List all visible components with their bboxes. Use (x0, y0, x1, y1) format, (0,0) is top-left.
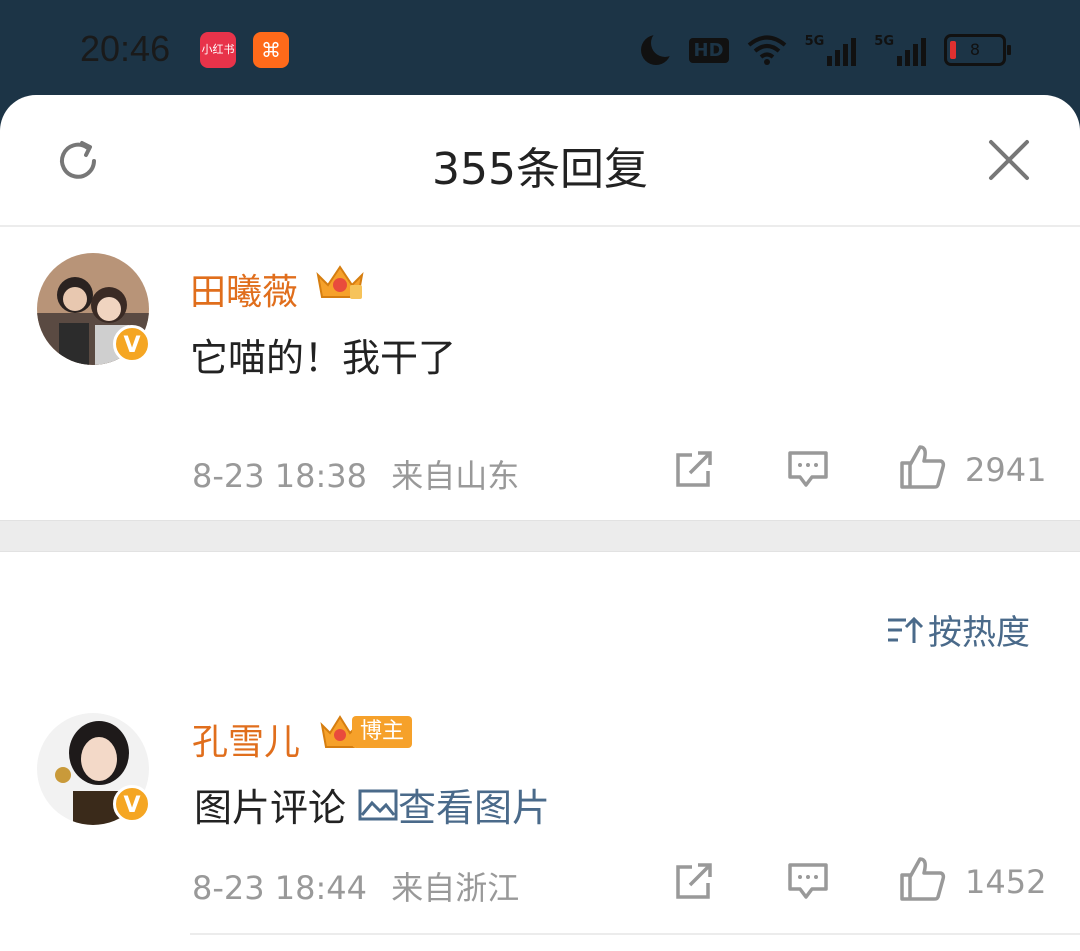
view-image-label: 查看图片 (398, 786, 551, 830)
image-icon (358, 789, 398, 820)
replies-sheet: 355条回复 V 田曦薇 它喵的！我干了 8-23 18:38 来自山东 294… (0, 95, 1080, 951)
hd-icon: HD (688, 37, 729, 63)
comment-icon[interactable] (786, 859, 830, 903)
signal-icon-sim2: 5G (874, 34, 926, 66)
blogger-tag: 博主 (352, 716, 413, 748)
wifi-icon (747, 35, 786, 65)
avatar[interactable]: V (37, 713, 151, 825)
comment-icon[interactable] (786, 447, 830, 491)
page-title: 355条回复 (432, 144, 648, 195)
avatar[interactable]: V (37, 253, 151, 365)
view-image-link[interactable]: 查看图片 (358, 777, 550, 832)
comment-meta: 8-23 18:38 来自山东 (192, 451, 519, 497)
xiaohongshu-app-icon: 小红书 (200, 32, 236, 68)
crown-badge-icon (316, 265, 364, 299)
status-time: 20:46 (80, 28, 171, 69)
reply-date: 8-23 18:44 (192, 869, 368, 907)
like-count: 1452 (965, 863, 1047, 901)
kuaishou-app-icon: ⌘ (253, 32, 289, 68)
comment-text: 它喵的！我干了 (190, 336, 457, 380)
like-count: 2941 (965, 451, 1047, 489)
comment-username[interactable]: 田曦薇 (190, 263, 298, 315)
network-type-label: 5G (804, 34, 825, 49)
network-type-label: 5G (874, 34, 894, 49)
status-bar: 20:46 小红书 ⌘ HD 5G 5G 8 (0, 0, 1080, 100)
battery-icon: 8 (944, 34, 1011, 66)
sheet-header: 355条回复 (0, 95, 1080, 227)
like-icon[interactable] (898, 443, 946, 491)
like-icon[interactable] (898, 855, 946, 903)
signal-icon-sim1: 5G (805, 34, 857, 66)
share-icon[interactable] (672, 447, 716, 491)
reply-location: 来自浙江 (391, 869, 520, 907)
sort-icon (888, 616, 924, 643)
verified-badge: V (113, 785, 151, 823)
do-not-disturb-icon (640, 29, 679, 65)
reply-text: 图片评论 查看图片 (194, 777, 550, 832)
sort-label: 按热度 (928, 613, 1030, 653)
reply-text-content: 图片评论 (194, 786, 347, 830)
section-divider (0, 520, 1080, 552)
status-icons: HD 5G 5G 8 (640, 29, 1011, 70)
verified-badge: V (113, 325, 151, 363)
comment-location: 来自山东 (391, 457, 520, 495)
share-icon[interactable] (672, 859, 716, 903)
divider (190, 933, 1080, 935)
reply-meta: 8-23 18:44 来自浙江 (192, 863, 519, 909)
close-icon[interactable] (986, 137, 1032, 183)
comment-date: 8-23 18:38 (192, 457, 368, 495)
reply-username[interactable]: 孔雪儿 (192, 713, 300, 765)
sort-toggle[interactable]: 按热度 (886, 605, 1030, 654)
